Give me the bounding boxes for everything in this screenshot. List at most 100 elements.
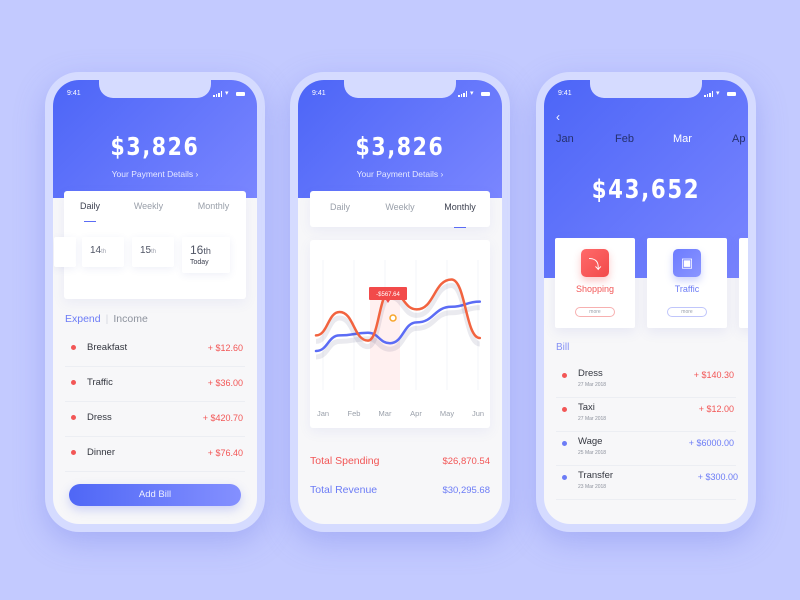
tab-weekly[interactable]: Weekly <box>116 191 181 221</box>
bill-name: Wage <box>578 436 603 447</box>
tooltip-label: -$567.64 <box>376 292 400 298</box>
day-suffix: th <box>203 246 211 256</box>
add-bill-button[interactable]: Add Bill <box>69 484 241 506</box>
expense-dot-icon <box>562 407 567 412</box>
more-button[interactable]: more <box>575 307 615 317</box>
bill-value: + $140.30 <box>693 370 734 380</box>
status-bar: 9:41 ▾ <box>312 90 490 100</box>
signal-icon <box>704 91 713 97</box>
payment-details-link[interactable]: Your Payment Details › <box>53 169 257 179</box>
item-name: Dress <box>87 412 112 423</box>
screen: 9:41 ▾ $3,826 Your Payment Details › Dai… <box>298 80 502 524</box>
item-value: + $36.00 <box>207 378 243 388</box>
monthly-total-amount: $43,652 <box>591 175 701 205</box>
period-tabs-card: Daily Weekly Monthly <box>310 191 490 227</box>
day-suffix: th <box>151 249 157 255</box>
month-apr[interactable]: Ap <box>732 133 745 145</box>
item-name: Dinner <box>87 447 115 458</box>
month-jan[interactable]: Jan <box>556 133 574 145</box>
bill-name: Transfer <box>578 470 614 481</box>
signal-icon <box>458 91 467 97</box>
shoe-icon: ⤵ <box>581 249 609 277</box>
status-time: 9:41 <box>67 90 81 97</box>
day-number: 15 <box>140 245 152 256</box>
phone-daily-payments: 9:41 ▾ $3,826 Your Payment Details › Dai… <box>45 72 265 532</box>
day-picker: 14th 15th 16th Today <box>54 237 246 277</box>
battery-icon <box>727 92 736 96</box>
status-bar: 9:41 ▾ <box>558 90 736 100</box>
day-number: 16 <box>190 243 204 257</box>
divider: | <box>105 313 109 325</box>
day-number: 14 <box>90 245 102 256</box>
tab-daily[interactable]: Daily <box>64 191 116 221</box>
list-item[interactable]: Transfer 23 Mar 2018 + $300.00 <box>556 466 738 500</box>
expense-dot-icon <box>71 450 76 455</box>
month-feb[interactable]: Feb <box>615 133 634 145</box>
list-item[interactable]: Breakfast + $12.60 <box>65 332 245 367</box>
income-dot-icon <box>562 441 567 446</box>
total-spending-value: $26,870.54 <box>442 456 490 467</box>
battery-icon <box>236 92 245 96</box>
line-chart-card: -$567.64 Jan Feb Mar Apr May Jun <box>310 240 490 428</box>
list-item[interactable]: Taxi 27 Mar 2018 + $12.00 <box>556 398 736 432</box>
tab-daily[interactable]: Daily <box>310 191 370 227</box>
income-dot-icon <box>562 475 567 480</box>
list-item[interactable]: Traffic + $36.00 <box>65 367 245 402</box>
list-item[interactable]: Wage 25 Mar 2018 + $6000.00 <box>556 432 736 466</box>
balance-amount: $3,826 <box>110 132 200 161</box>
bill-value: + $6000.00 <box>688 438 734 448</box>
bill-value: + $300.00 <box>697 472 738 482</box>
item-value: + $76.40 <box>207 448 243 458</box>
x-tick-label: Feb <box>348 409 361 418</box>
line-chart: -$567.64 Jan Feb Mar Apr May Jun <box>314 260 484 418</box>
payment-details-link[interactable]: Your Payment Details › <box>298 169 502 179</box>
expense-list: Breakfast + $12.60 Traffic + $36.00 Dress +… <box>65 332 245 472</box>
wifi-icon: ▾ <box>225 90 229 97</box>
income-tab[interactable]: Income <box>113 313 147 325</box>
bill-date: 25 Mar 2018 <box>578 450 607 456</box>
phone-bill-overview: 9:41 ▾ ‹ Jan Feb Mar Ap $43,652 ⤵ Shoppi… <box>536 72 756 532</box>
list-item[interactable]: Dress + $420.70 <box>65 402 245 437</box>
total-revenue-value: $30,295.68 <box>442 485 490 496</box>
wifi-icon: ▾ <box>716 90 720 97</box>
tab-monthly[interactable]: Monthly <box>181 191 246 221</box>
expend-tab[interactable]: Expend <box>65 313 101 325</box>
chevron-right-icon: › <box>440 169 444 179</box>
item-value: + $420.70 <box>202 413 243 423</box>
day-item-today[interactable]: 16th Today <box>182 237 230 273</box>
battery-icon <box>481 92 490 96</box>
bill-name: Taxi <box>578 402 595 413</box>
back-chevron-icon[interactable]: ‹ <box>556 110 560 124</box>
expense-dot-icon <box>71 345 76 350</box>
bill-name: Dress <box>578 368 603 379</box>
today-label: Today <box>190 259 209 266</box>
x-tick-label: Jun <box>472 409 484 418</box>
list-item[interactable]: Dress 27 Mar 2018 + $140.30 <box>556 364 736 398</box>
category-label: Shopping <box>575 284 615 294</box>
status-bar: 9:41 ▾ <box>67 90 245 100</box>
category-card-partial[interactable] <box>739 238 748 328</box>
period-tabs: Daily Weekly Monthly <box>310 191 490 227</box>
x-tick-label: Mar <box>379 409 392 418</box>
screen: 9:41 ▾ $3,826 Your Payment Details › Dai… <box>53 80 257 524</box>
month-mar[interactable]: Mar <box>673 133 692 145</box>
day-item[interactable]: 14th <box>82 237 124 267</box>
expense-dot-icon <box>562 373 567 378</box>
day-suffix: th <box>101 249 107 255</box>
day-item[interactable]: 15th <box>132 237 174 267</box>
x-tick-label: Apr <box>410 409 422 418</box>
period-card: Daily Weekly Monthly 14th 15th 16th Today <box>54 191 246 299</box>
tab-weekly[interactable]: Weekly <box>370 191 430 227</box>
wifi-icon: ▾ <box>470 90 474 97</box>
bill-date: 23 Mar 2018 <box>578 484 607 490</box>
category-card-traffic[interactable]: ▣ Traffic more <box>647 238 727 328</box>
more-button[interactable]: more <box>667 307 707 317</box>
chevron-right-icon: › <box>195 169 199 179</box>
category-card-shopping[interactable]: ⤵ Shopping more <box>555 238 635 328</box>
tab-monthly[interactable]: Monthly <box>430 191 490 227</box>
category-label: Traffic <box>674 284 700 294</box>
x-tick-label: May <box>440 409 454 418</box>
list-item[interactable]: Dinner + $76.40 <box>65 437 245 472</box>
month-selector: Jan Feb Mar Ap <box>556 133 748 147</box>
day-item-prev[interactable] <box>54 237 76 267</box>
